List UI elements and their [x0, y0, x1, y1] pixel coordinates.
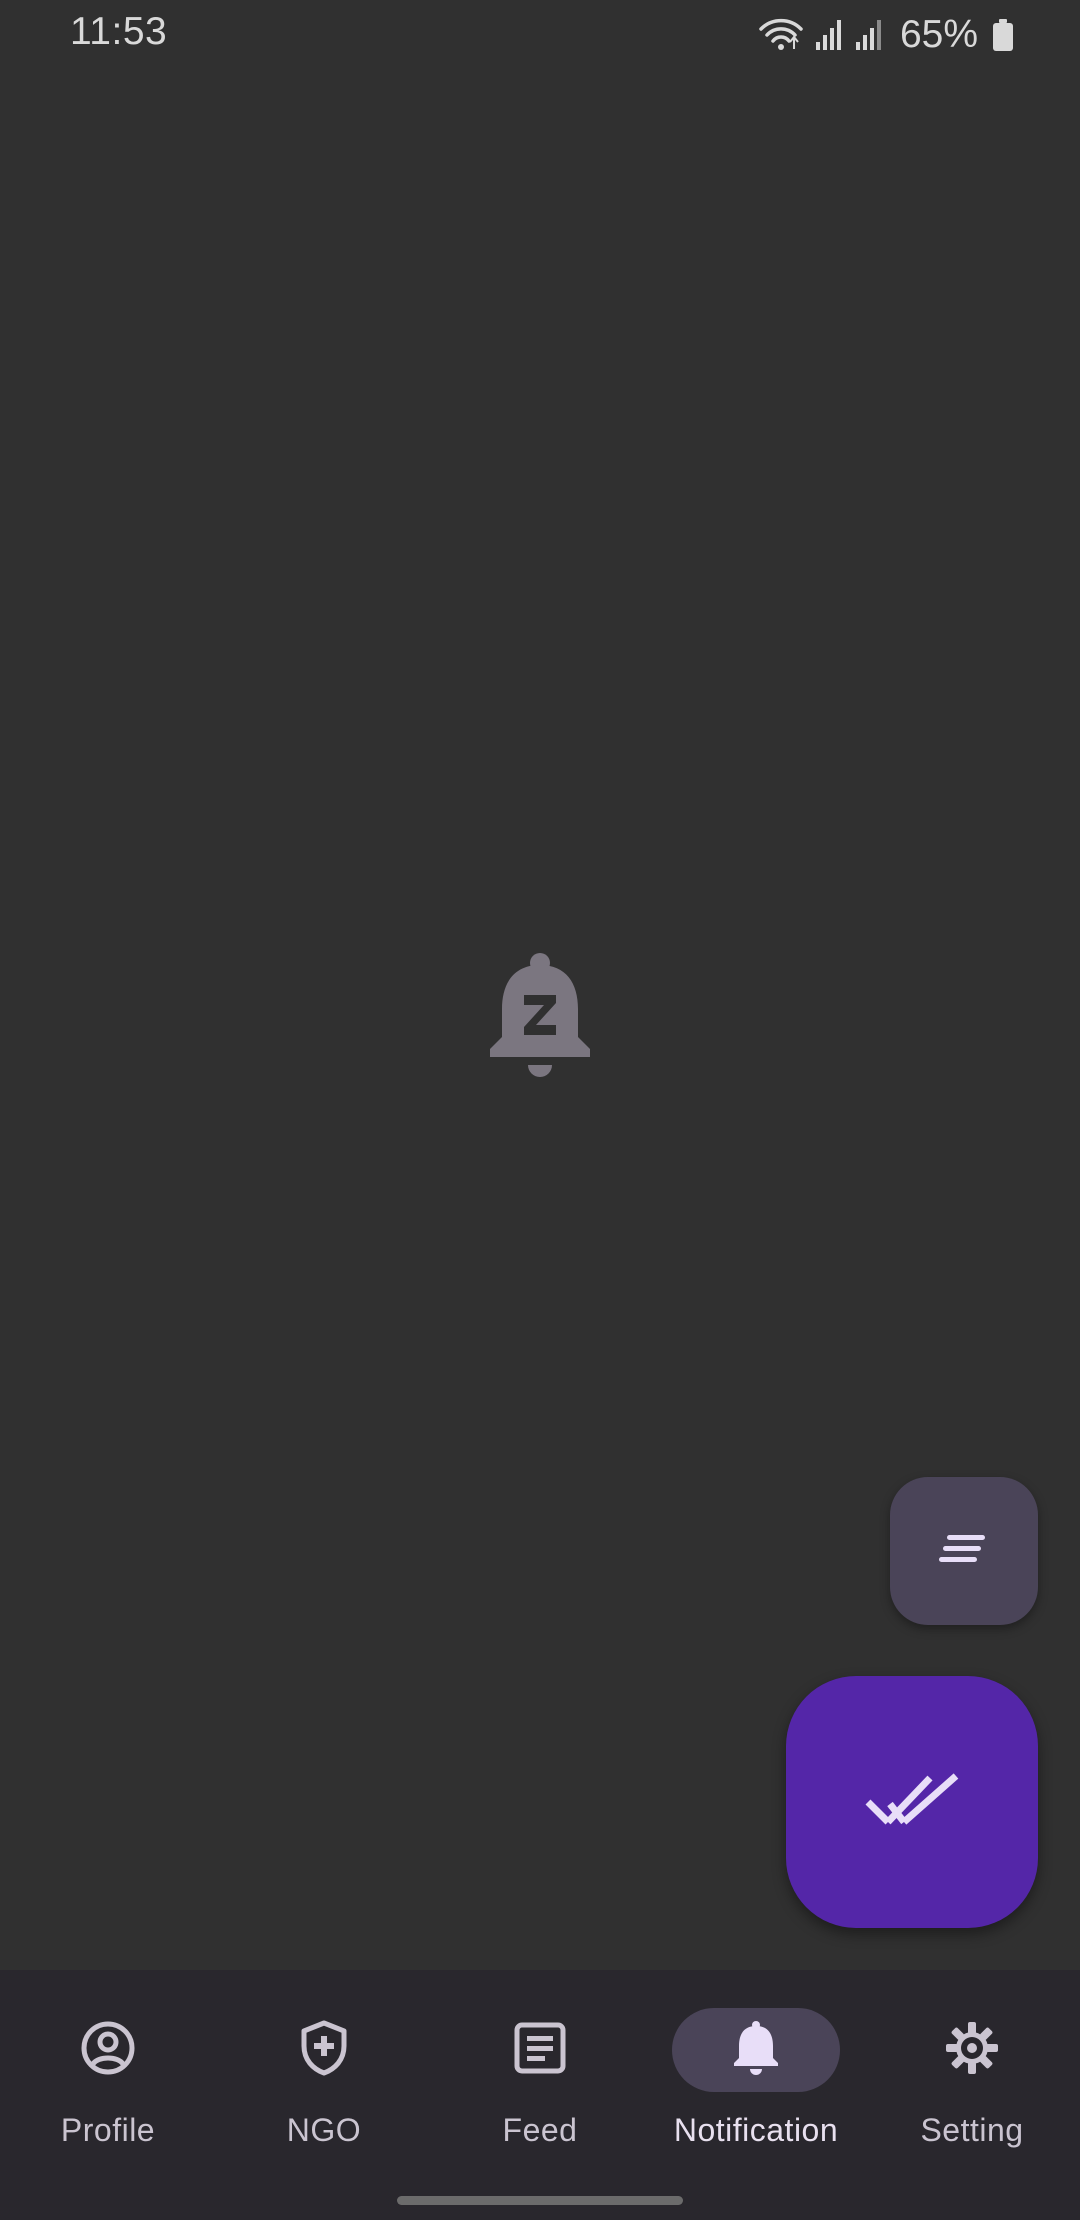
signal-icon-2 — [854, 18, 884, 52]
nav-item-ngo[interactable]: NGO — [216, 1970, 432, 2160]
bell-icon — [732, 2020, 780, 2081]
sort-lines-icon — [939, 1532, 989, 1571]
nav-pill-ngo — [240, 2008, 408, 2092]
nav-item-profile[interactable]: Profile — [0, 1970, 216, 2160]
gesture-navigation-bar[interactable] — [397, 2196, 683, 2205]
status-icons: 65% — [758, 12, 1014, 58]
nav-item-notification[interactable]: Notification — [648, 1970, 864, 2160]
article-icon — [514, 2022, 566, 2079]
notification-screen: 11:53 65% Profile NGO Feed Notification … — [0, 0, 1080, 2220]
battery-percentage: 65% — [899, 13, 978, 56]
signal-icon-1 — [814, 18, 844, 52]
nav-label-notification: Notification — [673, 2112, 839, 2148]
nav-pill-feed — [456, 2008, 624, 2092]
nav-label-setting: Setting — [920, 2112, 1024, 2148]
notifications-paused-icon — [488, 953, 592, 1083]
mark-all-read-fab[interactable] — [786, 1676, 1038, 1928]
nav-pill-setting — [888, 2008, 1056, 2092]
account-circle-icon — [80, 2020, 136, 2081]
shield-plus-icon — [300, 2020, 348, 2081]
bottom-navigation: Profile NGO Feed Notification Setting — [0, 1970, 1080, 2220]
nav-pill-profile — [24, 2008, 192, 2092]
status-time: 11:53 — [70, 10, 168, 53]
nav-item-setting[interactable]: Setting — [864, 1970, 1080, 2160]
nav-label-ngo: NGO — [286, 2112, 362, 2148]
gear-icon — [944, 2020, 1000, 2081]
battery-icon — [992, 18, 1014, 52]
wifi-icon — [758, 17, 804, 53]
nav-pill-notification-active — [672, 2008, 840, 2092]
nav-label-profile: Profile — [60, 2112, 156, 2148]
status-bar: 11:53 65% — [0, 0, 1080, 70]
nav-label-feed: Feed — [502, 2112, 578, 2148]
nav-item-feed[interactable]: Feed — [432, 1970, 648, 2160]
sort-fab[interactable] — [890, 1477, 1038, 1625]
done-all-icon — [864, 1772, 960, 1833]
